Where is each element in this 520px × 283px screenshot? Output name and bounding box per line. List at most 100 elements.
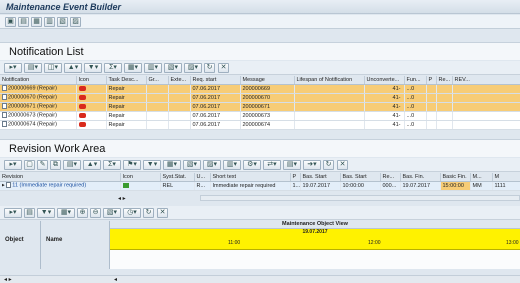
save-icon[interactable]: ▣ [5, 17, 16, 27]
close-icon[interactable]: ✕ [157, 208, 168, 218]
refresh-icon[interactable]: ↻ [204, 63, 215, 73]
sort-asc-icon[interactable]: ▲▾ [83, 160, 101, 170]
scroll-right-icon[interactable]: ◂ [114, 276, 117, 283]
create-icon[interactable]: ▢ [24, 160, 35, 170]
col-header[interactable]: Re... [436, 76, 453, 85]
hierarchy-icon[interactable]: ▤ [18, 17, 29, 27]
col-header[interactable]: Unconverte... [364, 76, 405, 85]
table-row[interactable]: 200000674 (Repair) Repair 07.06.2017 200… [0, 120, 520, 130]
flag-icon [122, 182, 129, 188]
layout-icon[interactable]: ▧▾ [164, 63, 182, 73]
revision-table: Revision Icon Syst.Stat. U... Short text… [0, 173, 520, 191]
copy-icon[interactable]: ⧉ [50, 160, 61, 170]
notification-doc-icon [2, 85, 7, 92]
graphic-icon[interactable]: ▨▾ [203, 160, 221, 170]
col-header[interactable]: Bas. Start [340, 173, 381, 182]
move-icon[interactable]: ⇄▾ [263, 160, 281, 170]
print-icon[interactable]: ▥▾ [223, 160, 241, 170]
stop-icon [78, 103, 86, 109]
revision-id: 11 (Immediate repair required) [12, 182, 87, 189]
table-row[interactable]: ▸ 11 (Immediate repair required) REL R..… [0, 181, 520, 191]
status-icon[interactable]: ⚑▾ [123, 160, 141, 170]
select-icon[interactable]: ▸▾ [4, 208, 22, 218]
time-label: 12:00 [368, 240, 381, 246]
bottom-scrollbar[interactable]: ◂ ▸ ◂ [0, 275, 520, 283]
scroll-left-icon[interactable]: ◂ ▸ [4, 276, 12, 283]
list-icon[interactable]: ▥ [44, 17, 55, 27]
col-header[interactable]: Revision [0, 173, 121, 182]
col-header[interactable]: P [426, 76, 437, 85]
revision-table-header: Revision Icon Syst.Stat. U... Short text… [0, 173, 520, 182]
layout-icon[interactable]: ▧▾ [183, 160, 201, 170]
col-header[interactable]: REV... [452, 76, 520, 85]
col-header[interactable]: Lifespan of Notification [294, 76, 365, 85]
filter-icon[interactable]: ▼▾ [143, 160, 161, 170]
details-icon[interactable]: ▤▾ [24, 63, 42, 73]
table-row[interactable]: 200000670 (Repair) Repair 07.06.2017 200… [0, 93, 520, 103]
zoom-in-icon[interactable]: ⊕ [77, 208, 88, 218]
settings-icon[interactable]: ▧ [57, 17, 68, 27]
revision-horizontal-scrollbar[interactable] [200, 195, 520, 201]
convert-icon[interactable]: ◫▾ [44, 63, 62, 73]
export-icon[interactable]: ▥▾ [144, 63, 162, 73]
req-start: 07.06.2017 [190, 120, 241, 130]
select-all-icon[interactable]: ▸▾ [4, 63, 22, 73]
col-object[interactable]: Object [5, 237, 24, 243]
col-header[interactable]: Short text [210, 173, 291, 182]
col-header[interactable]: Bas. Start [300, 173, 341, 182]
bas-fin-date: 19.07.2017 [400, 181, 441, 191]
col-header[interactable]: Gr... [146, 76, 169, 85]
edit-icon[interactable]: ✎ [37, 160, 48, 170]
col-header[interactable]: Task Desc... [106, 76, 147, 85]
col-header[interactable]: Notification [0, 76, 77, 85]
filter-icon[interactable]: ▼▾ [84, 63, 102, 73]
col-header[interactable]: Icon [76, 76, 107, 85]
scroll-arrows-icon[interactable]: ◂ ▸ [118, 195, 126, 202]
task-desc: Repair [106, 84, 147, 94]
col-header[interactable]: Message [240, 76, 295, 85]
info-icon[interactable]: ▨ [70, 17, 81, 27]
close-icon[interactable]: ✕ [218, 63, 229, 73]
refresh-icon[interactable]: ↻ [323, 160, 334, 170]
export-icon[interactable]: ▦▾ [163, 160, 181, 170]
col-header[interactable]: Req. start [190, 76, 241, 85]
col-header[interactable]: Exte... [168, 76, 191, 85]
zoom-out-icon[interactable]: ⊖ [90, 208, 101, 218]
timeline-body[interactable] [110, 250, 520, 269]
table-row[interactable]: 200000669 (Repair) Repair 07.06.2017 200… [0, 84, 520, 94]
notification-doc-icon [2, 94, 7, 101]
print-icon[interactable]: ▦▾ [124, 63, 142, 73]
col-header[interactable]: Re... [380, 173, 401, 182]
filter-icon[interactable]: ▼▾ [37, 208, 55, 218]
refresh-icon[interactable]: ↻ [143, 208, 154, 218]
col-header[interactable]: P [290, 173, 301, 182]
col-header[interactable]: M... [470, 173, 493, 182]
details-icon[interactable]: ▤▾ [283, 160, 301, 170]
plan-icon[interactable]: ▤▾ [63, 160, 81, 170]
graphic-icon[interactable]: ▧▾ [103, 208, 121, 218]
col-header[interactable]: M [492, 173, 520, 182]
col-header[interactable]: Icon [120, 173, 161, 182]
select-icon[interactable]: ▸▾ [4, 160, 22, 170]
col-name[interactable]: Name [46, 237, 62, 243]
table-row[interactable]: 200000673 (Repair) Repair 07.06.2017 200… [0, 111, 520, 121]
sort-icon[interactable]: ▲▾ [64, 63, 82, 73]
col-header[interactable]: Fun... [404, 76, 427, 85]
col-header[interactable]: U... [194, 173, 211, 182]
graphic-icon[interactable]: ▨▾ [184, 63, 202, 73]
table-row[interactable]: 200000671 (Repair) Repair 07.06.2017 200… [0, 102, 520, 112]
col-header[interactable]: Syst.Stat. [160, 173, 195, 182]
col-header[interactable]: Bas. Fin. [400, 173, 441, 182]
total-icon[interactable]: Σ▾ [104, 63, 122, 73]
revision-doc-icon [6, 182, 12, 189]
object-view-title: Maintenance Object View [110, 221, 520, 229]
sum-icon[interactable]: Σ▾ [103, 160, 121, 170]
close-icon[interactable]: ✕ [337, 160, 348, 170]
expand-icon[interactable]: ▤ [24, 208, 35, 218]
planning-icon[interactable]: ▦ [31, 17, 42, 27]
navigate-icon[interactable]: ➜▾ [303, 160, 321, 170]
col-header[interactable]: Basic Fin. [440, 173, 471, 182]
tools-icon[interactable]: ⚙▾ [243, 160, 261, 170]
display-icon[interactable]: ▦▾ [57, 208, 75, 218]
time-icon[interactable]: ◷▾ [123, 208, 141, 218]
